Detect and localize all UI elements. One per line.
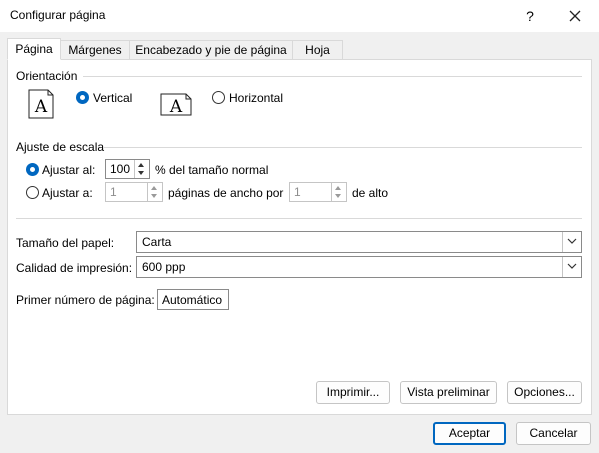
fit-tall-value[interactable]: 1 xyxy=(294,185,301,199)
first-page-number-input[interactable]: Automático xyxy=(157,289,229,310)
print-quality-value[interactable]: 600 ppp xyxy=(142,260,185,274)
print-quality-label: Calidad de impresión: xyxy=(16,261,133,275)
tab-margenes[interactable]: Márgenes xyxy=(60,40,130,60)
vertical-radio[interactable] xyxy=(76,91,89,104)
adjust-to-radio[interactable] xyxy=(26,163,39,176)
fit-tall-spin-buttons[interactable] xyxy=(331,183,346,201)
adjust-to-spin-buttons[interactable] xyxy=(134,160,149,178)
print-quality-dropdown[interactable] xyxy=(562,257,581,277)
tab-pagina[interactable]: Página xyxy=(7,38,61,60)
chevron-down-icon xyxy=(567,238,577,244)
landscape-page-icon: A xyxy=(160,93,192,116)
adjust-to-label[interactable]: Ajustar al: xyxy=(42,163,95,177)
fit-to-radio[interactable] xyxy=(26,186,39,199)
print-preview-button[interactable]: Vista preliminar xyxy=(400,381,497,404)
svg-text:A: A xyxy=(34,97,48,117)
chevron-down-icon xyxy=(567,263,577,269)
close-icon xyxy=(569,10,581,22)
spin-up-icon[interactable] xyxy=(151,186,157,190)
help-button[interactable]: ? xyxy=(514,4,546,28)
fit-wide-value[interactable]: 1 xyxy=(110,185,117,199)
fit-tall-suffix: de alto xyxy=(352,186,389,200)
print-quality-select[interactable]: 600 ppp xyxy=(136,256,582,278)
print-button[interactable]: Imprimir... xyxy=(316,381,390,404)
options-button[interactable]: Opciones... xyxy=(507,381,582,404)
ok-button[interactable]: Aceptar xyxy=(433,422,506,445)
spin-up-icon[interactable] xyxy=(138,163,144,167)
first-page-number-value[interactable]: Automático xyxy=(162,293,222,307)
fit-to-label[interactable]: Ajustar a: xyxy=(42,186,93,200)
tab-hoja[interactable]: Hoja xyxy=(292,40,343,60)
orientation-section-label: Orientación xyxy=(16,69,78,83)
spin-up-icon[interactable] xyxy=(335,186,341,190)
orientation-divider xyxy=(83,76,582,77)
svg-text:A: A xyxy=(169,97,183,116)
cancel-button[interactable]: Cancelar xyxy=(516,422,591,445)
fit-wide-spin-buttons[interactable] xyxy=(147,183,162,201)
fit-wide-suffix: páginas de ancho por xyxy=(168,186,284,200)
paper-size-dropdown[interactable] xyxy=(562,232,581,252)
adjust-to-value[interactable]: 100 xyxy=(110,162,130,176)
paper-size-label: Tamaño del papel: xyxy=(16,236,115,250)
first-page-number-label: Primer número de página: xyxy=(16,293,155,307)
horizontal-radio[interactable] xyxy=(212,91,225,104)
window-title: Configurar página xyxy=(10,8,106,22)
scaling-section-label: Ajuste de escala xyxy=(16,140,105,154)
fit-wide-spinner[interactable]: 1 xyxy=(105,182,163,202)
tab-encabezado[interactable]: Encabezado y pie de página xyxy=(129,40,293,60)
portrait-page-icon: A xyxy=(28,89,54,119)
horizontal-label[interactable]: Horizontal xyxy=(229,91,283,105)
spin-down-icon[interactable] xyxy=(151,194,157,198)
paper-size-select[interactable]: Carta xyxy=(136,231,582,253)
adjust-to-suffix: % del tamaño normal xyxy=(155,163,269,177)
paper-divider xyxy=(16,218,582,219)
scaling-divider xyxy=(104,147,582,148)
close-button[interactable] xyxy=(560,4,590,28)
spin-down-icon[interactable] xyxy=(335,194,341,198)
vertical-label[interactable]: Vertical xyxy=(93,91,132,105)
adjust-to-spinner[interactable]: 100 xyxy=(105,159,150,179)
paper-size-value[interactable]: Carta xyxy=(142,235,171,249)
spin-down-icon[interactable] xyxy=(138,171,144,175)
fit-tall-spinner[interactable]: 1 xyxy=(289,182,347,202)
